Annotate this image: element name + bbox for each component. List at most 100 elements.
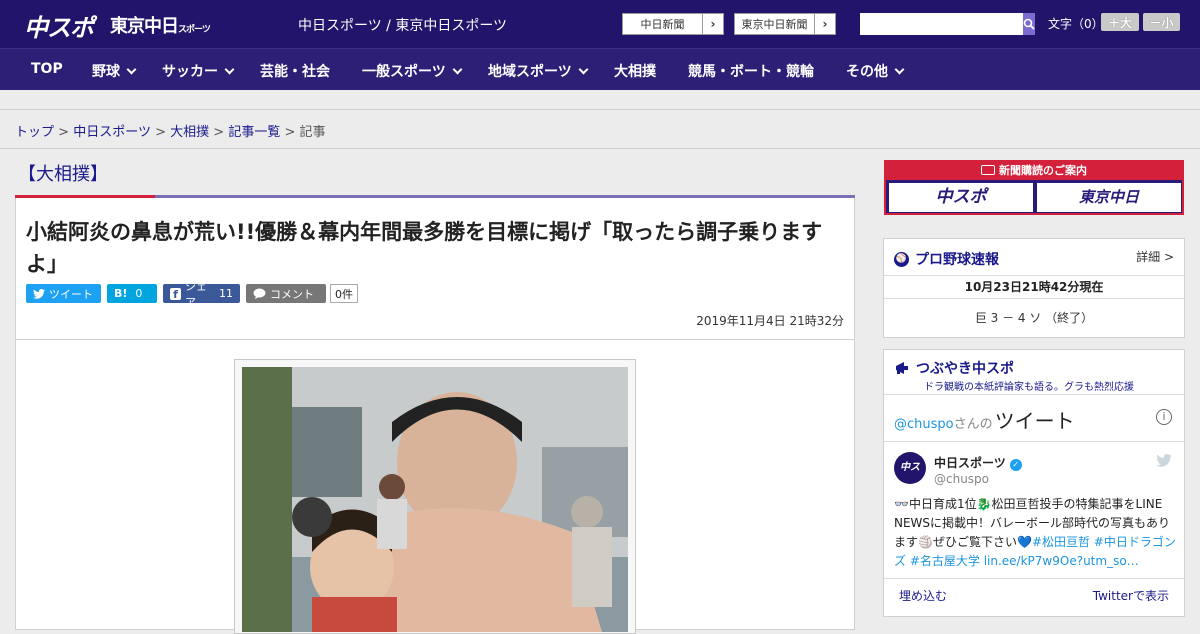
twitter-account-name[interactable]: 中日スポーツ ✓ (934, 454, 1022, 471)
subscribe-tokyo-chunichi-button[interactable]: 東京中日 (1037, 183, 1181, 212)
megaphone-icon (896, 362, 908, 374)
hatena-count: 0 (135, 287, 143, 300)
twitter-bird-icon (33, 288, 45, 299)
tweet-link[interactable]: lin.ee/kP7w9Oe?utm_so… (984, 554, 1139, 568)
tokyo-logo-sub: スポーツ (178, 25, 211, 35)
twitter-embed-header: @chuspoさんの ツイート i (884, 394, 1184, 442)
nav-item-entertainment[interactable]: 芸能・社会 (260, 61, 330, 81)
tweet-text: 👓中日育成1位🐉松田亘哲投手の特集記事をLINE NEWSに掲載中！バレーボール… (894, 495, 1176, 571)
nav-label: 芸能・社会 (260, 64, 330, 80)
chevron-right-icon: › (822, 17, 828, 31)
view-on-twitter-link[interactable]: Twitterで表示 (1093, 587, 1169, 604)
subscription-title-text: 新聞購読のご案内 (999, 164, 1087, 177)
share-buttons: ツイート B! 0 f シェア 11 コメント 0件 (26, 280, 358, 309)
nav-label: 野球 (92, 64, 120, 80)
tokyo-chunichi-shimbun-link[interactable]: 東京中日新聞 › (734, 13, 836, 35)
hatena-icon: B! (114, 287, 128, 300)
nav-item-racing[interactable]: 競馬・ボート・競輪 (688, 61, 814, 81)
breadcrumb-sep: > (155, 125, 166, 140)
nav-item-other[interactable]: その他 (846, 61, 905, 81)
article-title: 小結阿炎の鼻息が荒い!!優勝＆幕内年間最多勝を目標に掲げ「取ったら調子乗りますよ… (26, 220, 823, 276)
twitter-embed-title: @chuspoさんの ツイート (894, 405, 1075, 434)
top-header: 中スポ 東京中日スポーツ 中日スポーツ / 東京中日スポーツ 中日新聞 › 東京中… (0, 0, 1200, 48)
nav-item-sumo[interactable]: 大相撲 (614, 61, 656, 81)
baseball-panel-title: プロ野球速報 (915, 252, 999, 268)
avatar[interactable]: 中ス (894, 452, 926, 484)
font-smaller-button[interactable]: －小 (1143, 13, 1180, 31)
hatena-bookmark-button[interactable]: B! 0 (107, 284, 157, 303)
baseball-icon: ⚾ (894, 251, 909, 267)
comment-count: 0件 (330, 284, 358, 303)
subscription-title: 新聞購読のご案内 (886, 162, 1182, 180)
chevron-down-icon (224, 64, 235, 75)
nav-item-baseball[interactable]: 野球 (92, 61, 137, 81)
breadcrumb-sep: > (58, 125, 70, 140)
nav-item-local-sports[interactable]: 地域スポーツ (488, 61, 589, 81)
nav-label: その他 (846, 64, 888, 80)
comment-label: コメント (270, 287, 314, 301)
info-icon[interactable]: i (1156, 409, 1172, 425)
baseball-detail-link[interactable]: 詳細 > (1136, 248, 1174, 265)
nav-item-general-sports[interactable]: 一般スポーツ (362, 61, 463, 81)
breadcrumb-top[interactable]: トップ (15, 125, 54, 140)
comment-button[interactable]: コメント (246, 284, 326, 303)
article-header: 小結阿炎の鼻息が荒い!!優勝＆幕内年間最多勝を目標に掲げ「取ったら調子乗りますよ… (15, 198, 855, 340)
search-input[interactable] (860, 13, 1023, 35)
twitter-tweets-label: ツイート (994, 409, 1075, 433)
chunichi-shimbun-link[interactable]: 中日新聞 › (622, 13, 724, 35)
breadcrumb-sep: > (213, 125, 225, 140)
blue-heart-emoji-icon: 💙 (1016, 535, 1032, 549)
sumo-wrestler-photo-image (242, 367, 628, 632)
nav-item-top[interactable]: TOP (31, 61, 63, 77)
baseball-updated: 10月23日21時42分現在 (884, 275, 1184, 299)
embed-link[interactable]: 埋め込む (899, 587, 947, 604)
facebook-share-label: シェア (184, 279, 207, 309)
twitter-panel-subtitle: ドラ観戦の本紙評論家も語る。グラも熱烈応援 (924, 382, 1134, 393)
breadcrumb-current: 記事 (299, 125, 326, 140)
tweet-button[interactable]: ツイート (26, 284, 101, 303)
facebook-share-count: 11 (219, 287, 233, 300)
twitter-embed-footer: 埋め込む Twitterで表示 (884, 578, 1184, 618)
subscribe-chuspo-button[interactable]: 中スポ (889, 183, 1033, 212)
baseball-score[interactable]: 巨 3 － 4 ソ （終了） (884, 309, 1184, 326)
verified-badge-icon: ✓ (1009, 459, 1022, 471)
search-button[interactable] (1023, 13, 1035, 35)
site-title: 中日スポーツ / 東京中日スポーツ (298, 18, 508, 34)
nav-item-soccer[interactable]: サッカー (162, 61, 235, 81)
tokyo-chunichi-logo[interactable]: 東京中日スポーツ (110, 12, 211, 38)
baseball-panel-header: ⚾ プロ野球速報 (894, 249, 999, 269)
newspaper-icon (981, 165, 995, 175)
nav-label: TOP (31, 61, 63, 77)
article-photo[interactable] (234, 359, 636, 634)
breadcrumb-article-list[interactable]: 記事一覧 (228, 125, 280, 140)
breadcrumb-chunichi-sports[interactable]: 中日スポーツ (73, 125, 151, 140)
speech-bubble-icon (253, 288, 266, 299)
nav-label: 地域スポーツ (488, 64, 572, 80)
tweet-text-3: ぜひご覧下さい (932, 535, 1017, 549)
site-search (860, 13, 1035, 35)
breadcrumb-sep: > (284, 125, 296, 140)
nav-label: サッカー (162, 64, 218, 80)
chevron-down-icon (452, 64, 463, 75)
volleyball-emoji-icon: 🏐 (918, 535, 933, 549)
chuspo-logo[interactable]: 中スポ (24, 8, 94, 43)
article-body (15, 340, 855, 634)
chevron-down-icon (578, 64, 589, 75)
twitter-handle-link[interactable]: @chuspo (894, 417, 954, 432)
nav-label: 一般スポーツ (362, 64, 446, 80)
facebook-icon: f (170, 287, 181, 301)
section-title: 【大相撲】 (18, 164, 108, 185)
breadcrumb-bar: トップ > 中日スポーツ > 大相撲 > 記事一覧 > 記事 (0, 111, 1200, 149)
font-larger-button[interactable]: ＋大 (1101, 13, 1139, 31)
chevron-down-icon (894, 64, 905, 75)
spacer-strip (0, 90, 1200, 110)
twitter-panel-header: つぶやき中スポ (894, 358, 1014, 378)
facebook-share-button[interactable]: f シェア 11 (163, 280, 240, 309)
breadcrumb-sumo[interactable]: 大相撲 (170, 125, 209, 140)
twitter-bird-icon[interactable] (1156, 454, 1172, 467)
search-icon (1023, 18, 1035, 30)
nav-label: 競馬・ボート・競輪 (688, 64, 814, 80)
baseball-scores-panel: ⚾ プロ野球速報 詳細 > 10月23日21時42分現在 巨 3 － 4 ソ （… (883, 238, 1185, 338)
ext-link-label: 東京中日新聞 (735, 14, 815, 34)
twitter-account-handle[interactable]: @chuspo (934, 472, 989, 486)
